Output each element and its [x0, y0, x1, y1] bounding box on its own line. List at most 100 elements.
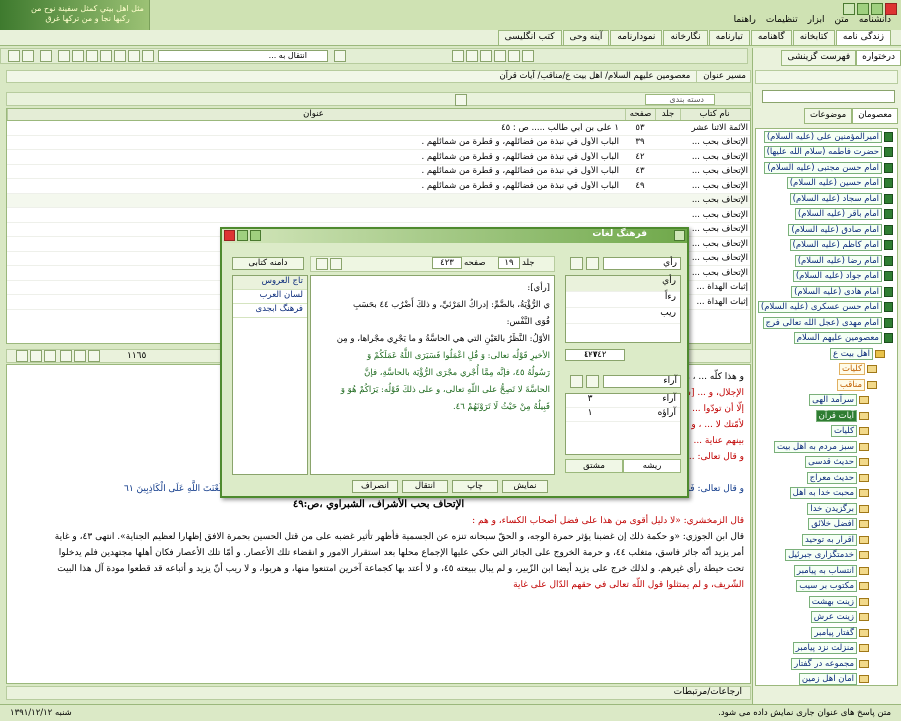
percent-icon[interactable] — [44, 350, 56, 362]
dialog-maximize-icon[interactable] — [237, 230, 248, 241]
highlight-icon[interactable] — [480, 50, 492, 62]
root-tab[interactable]: مشتق — [565, 459, 623, 473]
nav-forward-icon[interactable] — [22, 50, 34, 62]
tree-item[interactable]: سبز مردم به اهل بیت — [756, 439, 897, 455]
tree-item[interactable]: امام رضا (علیه السلام) — [756, 253, 897, 269]
derivative-item[interactable]: آراء ٣ — [566, 394, 680, 408]
tree-item[interactable]: امام مهدی (عجل الله تعالی فرج — [756, 315, 897, 331]
derivative-search-icon[interactable] — [586, 375, 599, 388]
tree-item[interactable]: کلیات — [756, 424, 897, 440]
tree-item[interactable]: مناقب — [756, 377, 897, 393]
right-tab[interactable]: درختواره — [856, 50, 901, 66]
tree-item[interactable]: گفتار پیامبر — [756, 625, 897, 641]
minimize-icon[interactable] — [857, 3, 869, 15]
col-book[interactable]: نام کتاب — [680, 109, 750, 120]
note-icon[interactable] — [466, 50, 478, 62]
tree-item[interactable]: محبت خدا به اهل — [756, 486, 897, 502]
tree-item[interactable]: خدمتگزاری جبرئیل — [756, 548, 897, 564]
dialog-minimize-icon[interactable] — [250, 230, 261, 241]
tree-item[interactable]: مکتوب بر سیب — [756, 579, 897, 595]
derivative-item[interactable]: آراؤه ١ — [566, 408, 680, 422]
save-icon[interactable] — [100, 50, 112, 62]
tree-item[interactable]: حضرت فاطمه (سلام الله علیها) — [756, 145, 897, 161]
right-tab[interactable]: فهرست گزینشی — [781, 50, 857, 66]
print-icon[interactable] — [86, 50, 98, 62]
dictionary-icon[interactable] — [522, 50, 534, 62]
word-item[interactable]: ريب — [566, 308, 680, 324]
dialog-button[interactable]: نمایش — [502, 480, 548, 493]
dictionary-item[interactable]: تاج العروس — [233, 276, 307, 290]
settings-icon[interactable] — [114, 50, 126, 62]
tree-item[interactable]: زینت عرش — [756, 610, 897, 626]
table-row[interactable]: الإتحاف بحب ... — [7, 208, 750, 223]
tab-item[interactable]: گاهنامه — [750, 30, 792, 45]
zoom-in-icon[interactable] — [16, 350, 28, 362]
search-icon[interactable] — [58, 50, 70, 62]
table-row[interactable]: الإتحاف بحب ... ٤٢ الباب الأول في نبذة من … — [7, 150, 750, 165]
tree-item[interactable]: اهل بیت ع — [756, 346, 897, 362]
tree-item[interactable]: زینت بهشت — [756, 594, 897, 610]
zoom-out-icon[interactable] — [30, 350, 42, 362]
tree-item[interactable]: حدیث معراج — [756, 470, 897, 486]
tree-search-input[interactable] — [762, 90, 895, 103]
col-vol[interactable]: جلد — [655, 109, 680, 120]
tree-item[interactable]: منزلت نزد پیامبر — [756, 641, 897, 657]
tree-item[interactable]: حدیث قدسی — [756, 455, 897, 471]
table-row[interactable]: الإتحاف بحب ... ٤٩ الباب الأول في نبذة من … — [7, 179, 750, 194]
derivative-search-input[interactable]: آراء — [603, 375, 681, 388]
tree-item[interactable]: امام کاظم (علیه السلام) — [756, 238, 897, 254]
tab-item[interactable]: نمودارنامه — [610, 30, 663, 45]
tab-item[interactable]: کتابخانه — [792, 30, 835, 45]
tree-item[interactable]: افضل خلائق — [756, 517, 897, 533]
table-row[interactable]: الأئمة الاثنا عشر ٥٣ ١ علی بن أبي طالب ...… — [7, 121, 750, 136]
tree-item[interactable]: سرآمد الهی — [756, 393, 897, 409]
tree-item[interactable]: برگزیدن خدا — [756, 501, 897, 517]
tree-item[interactable]: امان اهل زمین — [756, 672, 897, 685]
dialog-help-icon[interactable] — [674, 230, 685, 241]
tree-item[interactable]: امام جواد (علیه السلام) — [756, 269, 897, 285]
maximize-icon[interactable] — [871, 3, 883, 15]
page-value[interactable]: ٤٢٣ — [432, 257, 462, 269]
page-icon[interactable] — [74, 350, 86, 362]
tab-item[interactable]: تبارنامه — [708, 30, 750, 45]
table-row[interactable]: الإتحاف بحب ... — [7, 193, 750, 208]
dictionary-item[interactable]: فرهنگ ابجدی — [233, 304, 307, 318]
derivative-keyboard-icon[interactable] — [570, 375, 583, 388]
root-tab[interactable]: ریشه — [623, 459, 681, 473]
dialog-button[interactable]: انتقال — [402, 480, 448, 493]
menu-item[interactable]: دانشنامه — [859, 15, 891, 29]
tree-item[interactable]: اقرار به توحید — [756, 532, 897, 548]
list-view-icon[interactable] — [88, 350, 100, 362]
tree-item[interactable]: امام صادق (علیه السلام) — [756, 222, 897, 238]
edit-icon[interactable] — [142, 50, 154, 62]
copy-icon[interactable] — [72, 50, 84, 62]
category-field[interactable]: دسته بندی — [645, 94, 715, 105]
vol-value[interactable]: ١٩ — [498, 257, 520, 269]
tree-item[interactable]: کلیات — [756, 362, 897, 378]
references-tab[interactable]: ارجاعات/مرتبطات — [6, 686, 751, 700]
tree-item[interactable]: معصومین علیهم السلام — [756, 331, 897, 347]
menu-item[interactable]: تنظیمات — [766, 15, 798, 29]
tab-item[interactable]: زندگی نامه — [835, 30, 891, 45]
dictionary-item[interactable]: لسان العرب — [233, 290, 307, 304]
scope-button[interactable]: دامنه کتابی — [232, 257, 304, 270]
right-subtab[interactable]: موضوعات — [803, 108, 853, 124]
tab-item[interactable]: آینه وحی — [562, 30, 610, 45]
col-page[interactable]: صفحه — [625, 109, 655, 120]
grid-arrow-icon[interactable] — [455, 94, 467, 106]
menu-item[interactable]: متن — [834, 15, 848, 29]
keyboard-icon[interactable] — [570, 257, 583, 270]
word-item[interactable]: رءاً — [566, 292, 680, 308]
tree-item[interactable]: امیرالمؤمنین علی (علیه السلام) — [756, 129, 897, 145]
goto-dropdown[interactable]: انتقال به ... — [158, 50, 328, 62]
menu-item[interactable]: ابزار — [808, 15, 825, 29]
dialog-button[interactable]: انصراف — [352, 480, 398, 493]
tree-item[interactable]: امام سجاد (علیه السلام) — [756, 191, 897, 207]
tree-item[interactable]: انتساب به پیامبر — [756, 563, 897, 579]
next-page-icon[interactable] — [330, 258, 342, 270]
tab-item[interactable]: نگارخانه — [663, 30, 708, 45]
font-icon[interactable] — [128, 50, 140, 62]
help-icon[interactable] — [843, 3, 855, 15]
col-title[interactable]: عنوان — [7, 109, 625, 120]
tab-item[interactable]: کتب انگلیسی — [497, 30, 562, 45]
